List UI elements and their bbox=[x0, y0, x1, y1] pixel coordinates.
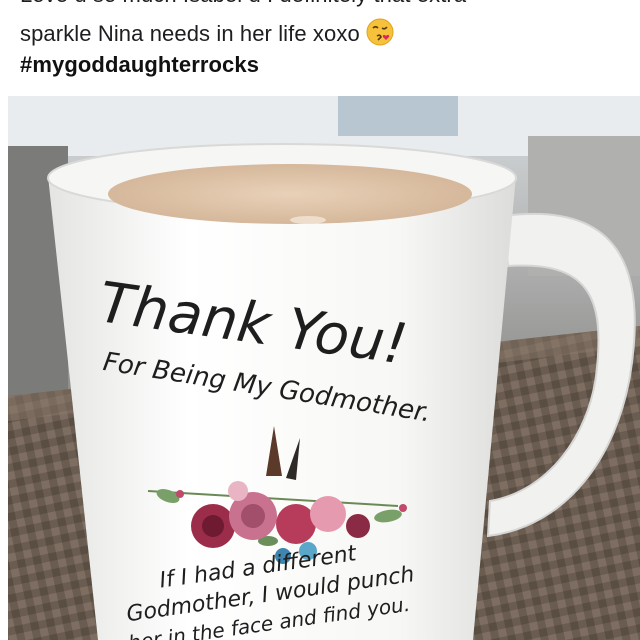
face-blowing-a-kiss-icon bbox=[366, 18, 394, 46]
caption-text: sparkle Nina needs in her life xoxo bbox=[20, 21, 360, 46]
caption-line-clipped: Love u so much Isabel u I definitely tha… bbox=[20, 0, 466, 8]
hashtag-link[interactable]: #mygoddaughterrocks bbox=[20, 52, 259, 78]
caption-line: sparkle Nina needs in her life xoxo bbox=[20, 18, 394, 47]
post-caption: Love u so much Isabel u I definitely tha… bbox=[0, 0, 640, 96]
post-photo: Thank You! For Being My Godmother. If I … bbox=[8, 96, 640, 640]
